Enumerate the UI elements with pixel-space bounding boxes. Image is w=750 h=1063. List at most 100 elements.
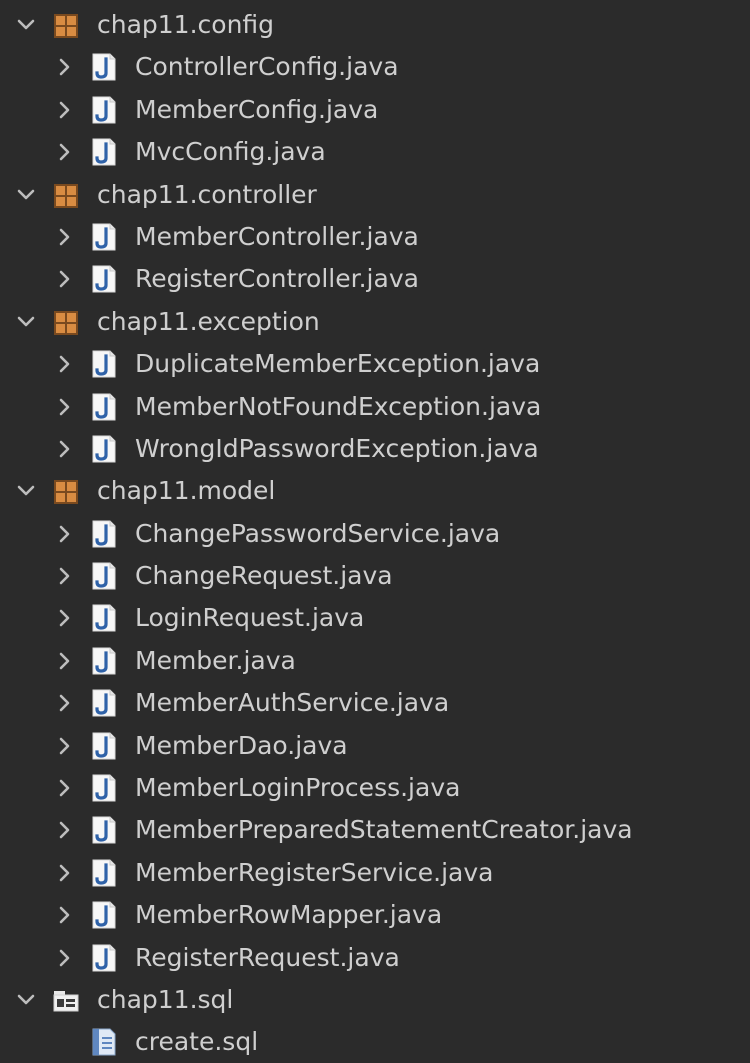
chevron-right-icon[interactable] [54,948,74,968]
file-node[interactable]: ChangePasswordService.java [0,512,750,554]
package-node[interactable]: chap11.sql [0,978,750,1020]
file-node[interactable]: MemberNotFoundException.java [0,385,750,427]
chevron-right-icon[interactable] [54,736,74,756]
tree-item-label: chap11.config [97,10,275,39]
tree-item-label: ChangeRequest.java [135,561,393,591]
java-file-icon [91,944,117,972]
chevron-right-icon[interactable] [54,439,74,459]
chevron-right-icon[interactable] [54,100,74,120]
tree-item-label: MemberRegisterService.java [135,857,494,887]
tree-item-label: chap11.controller [97,179,317,209]
tree-item-label: RegisterController.java [135,264,419,294]
tree-item-label: create.sql [135,1027,259,1057]
java-file-icon [91,265,117,293]
file-node[interactable]: MemberPreparedStatementCreator.java [0,808,750,850]
chevron-down-icon[interactable] [16,15,36,35]
tree-item-label: MemberDao.java [135,730,348,760]
package-node[interactable]: chap11.model [0,469,750,511]
package-icon [53,13,79,39]
tree-item-label: MemberAuthService.java [135,688,450,718]
chevron-right-icon[interactable] [54,566,74,586]
chevron-right-icon[interactable] [54,142,74,162]
file-node[interactable]: MemberLoginProcess.java [0,766,750,808]
java-file-icon [91,138,117,166]
file-node[interactable]: MemberConfig.java [0,88,750,130]
tree-item-label: MvcConfig.java [135,137,326,167]
java-file-icon [91,816,117,844]
chevron-right-icon[interactable] [54,397,74,417]
java-file-icon [91,689,117,717]
file-node[interactable]: ChangeRequest.java [0,554,750,596]
file-node[interactable]: Member.java [0,639,750,681]
tree-item-label: MemberConfig.java [135,94,379,124]
package-icon [53,183,79,209]
chevron-down-icon[interactable] [16,481,36,501]
file-node[interactable]: RegisterController.java [0,257,750,299]
chevron-right-icon[interactable] [54,820,74,840]
sql-file-icon [91,1028,117,1056]
file-node[interactable]: create.sql [0,1020,750,1062]
package-node[interactable]: chap11.controller [0,173,750,215]
tree-item-label: Member.java [135,645,296,675]
chevron-right-icon[interactable] [54,693,74,713]
file-node[interactable]: MemberRegisterService.java [0,851,750,893]
tree-item-label: chap11.sql [97,984,234,1014]
java-file-icon [91,350,117,378]
file-node[interactable]: MemberController.java [0,215,750,257]
chevron-right-icon[interactable] [54,354,74,374]
tree-item-label: MemberNotFoundException.java [135,391,542,421]
chevron-right-icon[interactable] [54,905,74,925]
tree-item-label: MemberRowMapper.java [135,900,443,930]
java-file-icon [91,393,117,421]
package-node[interactable]: chap11.config [0,3,750,45]
tree-item-label: WrongIdPasswordException.java [135,433,539,463]
file-node[interactable]: MemberRowMapper.java [0,893,750,935]
java-file-icon [91,859,117,887]
package-icon [53,310,79,336]
java-file-icon [91,732,117,760]
tree-item-label: chap11.model [97,476,276,506]
tree-item-label: RegisterRequest.java [135,942,400,972]
tree-item-label: ChangePasswordService.java [135,518,501,548]
tree-item-label: LoginRequest.java [135,603,365,633]
tree-item-label: MemberPreparedStatementCreator.java [135,815,633,845]
chevron-right-icon[interactable] [54,227,74,247]
chevron-right-icon[interactable] [54,863,74,883]
chevron-right-icon[interactable] [54,778,74,798]
chevron-right-icon[interactable] [54,651,74,671]
tree-item-label: MemberController.java [135,221,419,251]
java-file-icon [91,520,117,548]
file-node[interactable]: MvcConfig.java [0,130,750,172]
file-node[interactable]: WrongIdPasswordException.java [0,427,750,469]
tree-item-label: MemberLoginProcess.java [135,773,461,803]
file-node[interactable]: ControllerConfig.java [0,45,750,87]
file-node[interactable]: RegisterRequest.java [0,936,750,978]
package-explorer-tree: chap11.config ControllerConfig.java Member… [0,3,750,1063]
java-file-icon [91,901,117,929]
tree-item-label: chap11.exception [97,306,320,336]
java-file-icon [91,647,117,675]
java-file-icon [91,562,117,590]
file-node[interactable]: MemberDao.java [0,724,750,766]
tree-item-label: DuplicateMemberException.java [135,349,541,379]
file-node[interactable]: MemberAuthService.java [0,681,750,723]
resource-folder-icon [53,988,79,1014]
chevron-down-icon[interactable] [16,312,36,332]
tree-item-label: ControllerConfig.java [135,52,399,82]
package-node[interactable]: chap11.exception [0,300,750,342]
package-icon [53,479,79,505]
chevron-right-icon[interactable] [54,269,74,289]
java-file-icon [91,435,117,463]
chevron-right-icon[interactable] [54,608,74,628]
file-node[interactable]: LoginRequest.java [0,596,750,638]
java-file-icon [91,223,117,251]
java-file-icon [91,604,117,632]
chevron-right-icon[interactable] [54,524,74,544]
chevron-down-icon[interactable] [16,185,36,205]
java-file-icon [91,53,117,81]
chevron-down-icon[interactable] [16,990,36,1010]
java-file-icon [91,96,117,124]
java-file-icon [91,774,117,802]
file-node[interactable]: DuplicateMemberException.java [0,342,750,384]
chevron-right-icon[interactable] [54,57,74,77]
